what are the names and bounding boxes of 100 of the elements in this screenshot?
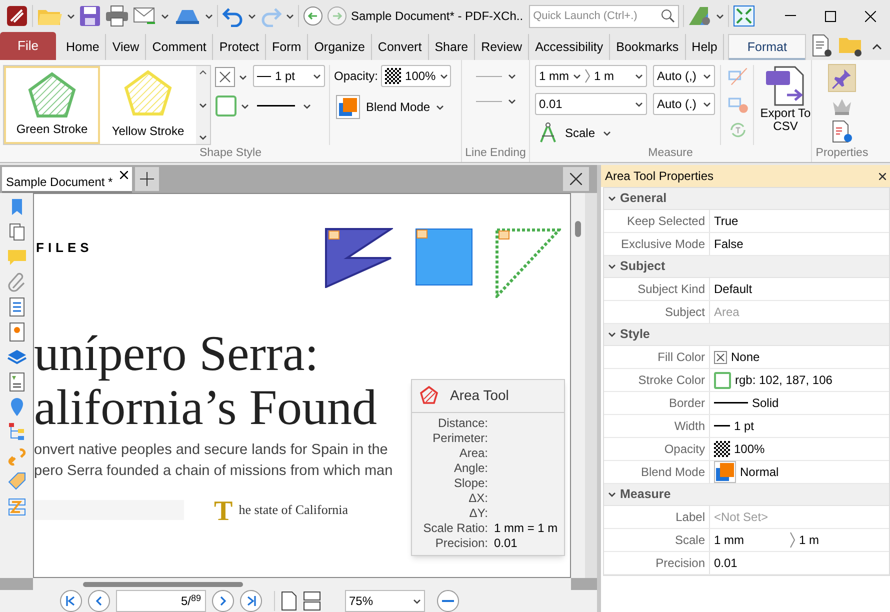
first-page-button[interactable] bbox=[60, 590, 82, 612]
caret-icon bbox=[573, 74, 581, 78]
checker-icon bbox=[714, 441, 730, 457]
email-icon[interactable] bbox=[133, 5, 157, 27]
stroke-width-dropdown[interactable]: 1 pt bbox=[253, 65, 325, 87]
measurement-label: ΔX: bbox=[468, 490, 488, 506]
vertical-scrollbar[interactable] bbox=[571, 192, 585, 578]
pin-icon[interactable] bbox=[831, 67, 853, 89]
new-tab-button[interactable] bbox=[135, 166, 159, 191]
document-search-icon[interactable] bbox=[810, 34, 834, 58]
measurement-label: Angle: bbox=[452, 460, 488, 476]
no-fill-icon[interactable] bbox=[215, 67, 235, 87]
group-label: Measure bbox=[647, 146, 694, 161]
ribbon-tab[interactable]: Format bbox=[728, 34, 806, 60]
plus-icon bbox=[140, 172, 154, 186]
scale-button[interactable]: Scale bbox=[535, 121, 647, 145]
property-value: Solid bbox=[752, 395, 779, 412]
scale-divider-icon bbox=[790, 532, 795, 548]
caret-icon bbox=[635, 74, 643, 78]
zoom-out-button[interactable] bbox=[437, 590, 459, 612]
caret-icon bbox=[508, 74, 516, 79]
save-icon[interactable] bbox=[79, 5, 101, 27]
section-header[interactable]: Measure bbox=[604, 484, 889, 506]
tooltip-title: Area Tool bbox=[450, 386, 509, 406]
search-icon bbox=[661, 8, 676, 22]
close-icon[interactable] bbox=[879, 172, 886, 180]
horizontal-scrollbar[interactable] bbox=[33, 578, 571, 590]
section-header[interactable]: General bbox=[604, 188, 889, 210]
opacity-dropdown[interactable]: 100% bbox=[381, 65, 452, 87]
csv-export-icon bbox=[764, 65, 806, 107]
section-header[interactable]: Subject bbox=[604, 256, 889, 278]
settings-icon[interactable] bbox=[688, 5, 712, 27]
two-page-icon[interactable] bbox=[303, 591, 321, 611]
previous-page-button[interactable] bbox=[88, 590, 110, 612]
kicker-text: FILES bbox=[36, 238, 93, 257]
fullscreen-icon[interactable] bbox=[733, 5, 756, 27]
export-csv-button[interactable]: Export To CSV bbox=[760, 65, 811, 145]
line-style-icon[interactable] bbox=[257, 105, 295, 107]
property-value: Default bbox=[714, 281, 752, 298]
properties-icon[interactable] bbox=[830, 120, 854, 144]
separator-value: Auto (.) bbox=[657, 96, 698, 113]
property-label: Exclusive Mode bbox=[604, 233, 710, 255]
polygon-annotation[interactable] bbox=[324, 228, 393, 288]
single-page-icon[interactable] bbox=[281, 591, 297, 611]
close-document-button[interactable] bbox=[563, 166, 589, 191]
line-width-icon bbox=[714, 425, 730, 427]
pentagon-icon bbox=[28, 72, 76, 118]
shape-style-preset[interactable]: Green Stroke bbox=[4, 66, 100, 144]
scroll-up-icon[interactable] bbox=[199, 70, 207, 75]
panel-title: Area Tool Properties bbox=[605, 168, 714, 185]
measurement-value: 0.01 bbox=[494, 536, 518, 551]
next-page-button[interactable] bbox=[212, 590, 234, 612]
structure-tree-icon[interactable] bbox=[6, 422, 26, 442]
compare-icon[interactable] bbox=[6, 496, 26, 517]
triangle-annotation[interactable] bbox=[494, 228, 561, 298]
blend-mode-button[interactable]: Blend Mode bbox=[334, 95, 452, 119]
print-icon[interactable] bbox=[105, 5, 129, 27]
section-header[interactable]: Style bbox=[604, 324, 889, 346]
zoom-dropdown[interactable]: 75% bbox=[345, 590, 425, 612]
more-icon bbox=[199, 135, 207, 140]
form-icon[interactable] bbox=[6, 296, 26, 317]
maximize-icon bbox=[824, 10, 836, 22]
scroll-down-icon bbox=[199, 102, 207, 108]
file-tab[interactable]: File bbox=[0, 32, 56, 60]
measurement-label: Area: bbox=[458, 446, 488, 461]
caret-icon bbox=[635, 102, 643, 106]
compass-icon bbox=[539, 122, 557, 144]
caret-icon bbox=[436, 104, 444, 110]
document-tab[interactable]: Sample Document * bbox=[2, 166, 132, 193]
paperclip-icon[interactable] bbox=[6, 272, 26, 292]
collapse-ribbon-icon[interactable] bbox=[872, 44, 882, 50]
page-number-field[interactable]: 5/$^{89}$ bbox=[116, 590, 206, 612]
separator-dropdown[interactable]: Auto (,) bbox=[653, 65, 715, 87]
body-text: he state of California bbox=[238, 500, 348, 519]
scale-dropdown[interactable]: 1 mm 1 m bbox=[535, 65, 647, 87]
line-start-icon[interactable] bbox=[476, 76, 502, 78]
caret-icon bbox=[205, 14, 213, 18]
back-icon[interactable] bbox=[303, 6, 323, 26]
precision-dropdown[interactable]: 0.01 bbox=[535, 93, 647, 115]
measurement-label: Precision: bbox=[434, 536, 488, 551]
opacity-value: 100% bbox=[405, 68, 436, 85]
opacity-label: Opacity: bbox=[334, 68, 378, 85]
quick-launch-field[interactable]: Quick Launch (Ctrl+.) bbox=[529, 4, 680, 28]
last-page-button[interactable] bbox=[240, 590, 262, 612]
property-label: Subject bbox=[604, 301, 710, 323]
checker-icon bbox=[385, 68, 402, 84]
measurement-label: Distance: bbox=[436, 416, 488, 431]
certificate-icon[interactable] bbox=[6, 322, 26, 342]
stroke-color-icon[interactable] bbox=[215, 95, 237, 117]
property-label: Blend Mode bbox=[604, 461, 710, 483]
square-annotation[interactable] bbox=[414, 228, 473, 286]
caret-icon bbox=[241, 104, 249, 108]
undo-icon[interactable] bbox=[222, 5, 244, 27]
property-label: Opacity bbox=[604, 438, 710, 460]
tag-icon[interactable] bbox=[6, 472, 26, 492]
pages-icon[interactable] bbox=[6, 222, 26, 242]
separator-dropdown[interactable]: Auto (.) bbox=[653, 93, 715, 115]
content-icon[interactable] bbox=[6, 372, 26, 392]
property-value: 1 pt bbox=[734, 418, 754, 435]
close-icon[interactable] bbox=[120, 170, 128, 179]
